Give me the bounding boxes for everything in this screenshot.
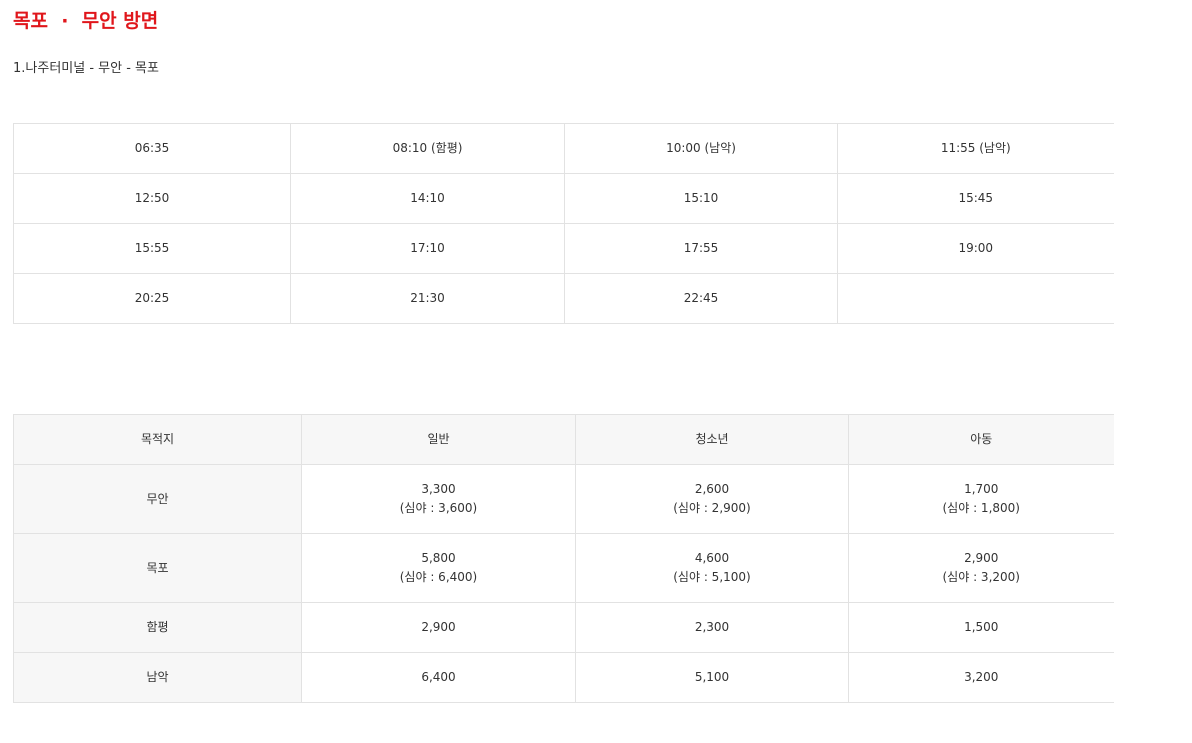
fare-header-general: 일반 (301, 414, 576, 465)
fare-header-destination: 목적지 (13, 414, 302, 465)
fare-child: 2,900 (심야 : 3,200) (848, 533, 1114, 603)
fare-child: 1,700 (심야 : 1,800) (848, 464, 1114, 534)
fare-value: 4,600 (694, 551, 730, 565)
schedule-cell: 20:25 (13, 273, 291, 324)
schedule-cell: 11:55 (남악) (837, 123, 1114, 174)
fare-row: 남악 6,400 5,100 3,200 (13, 652, 1114, 703)
fare-youth: 5,100 (575, 652, 849, 703)
schedule-row: 06:35 08:10 (함평) 10:00 (남악) 11:55 (남악) (13, 123, 1114, 174)
fare-value: 2,600 (694, 482, 730, 496)
fare-general: 6,400 (301, 652, 576, 703)
fare-night-value: (심야 : 5,100) (673, 570, 751, 584)
schedule-cell: 10:00 (남악) (564, 123, 838, 174)
schedule-cell: 22:45 (564, 273, 838, 324)
fare-table: 목적지 일반 청소년 아동 무안 3,300 (심야 : 3,600) 2,60… (13, 414, 1114, 703)
fare-night-value: (심야 : 1,800) (942, 501, 1020, 515)
schedule-cell: 21:30 (290, 273, 565, 324)
page: 목포 · 무안 방면 1.나주터미널 - 무안 - 목포 06:35 08:10… (0, 0, 1192, 743)
fare-night-value: (심야 : 6,400) (399, 570, 478, 584)
schedule-cell-empty (837, 273, 1114, 324)
fare-header-row: 목적지 일반 청소년 아동 (13, 414, 1114, 465)
schedule-cell: 17:55 (564, 223, 838, 274)
schedule-cell: 08:10 (함평) (290, 123, 565, 174)
schedule-cell: 15:45 (837, 173, 1114, 224)
schedule-cell: 12:50 (13, 173, 291, 224)
fare-value: 1,700 (964, 482, 999, 496)
fare-youth: 2,600 (심야 : 2,900) (575, 464, 849, 534)
fare-night-value: (심야 : 3,600) (399, 501, 478, 515)
fare-child: 3,200 (848, 652, 1114, 703)
schedule-cell: 17:10 (290, 223, 565, 274)
schedule-cell: 19:00 (837, 223, 1114, 274)
fare-row: 무안 3,300 (심야 : 3,600) 2,600 (심야 : 2,900)… (13, 464, 1114, 534)
departure-schedule-table: 06:35 08:10 (함평) 10:00 (남악) 11:55 (남악) 1… (13, 123, 1114, 324)
fare-child: 1,500 (848, 602, 1114, 653)
fare-value: 2,900 (964, 551, 999, 565)
fare-youth: 2,300 (575, 602, 849, 653)
fare-destination: 목포 (13, 533, 302, 603)
fare-header-child: 아동 (848, 414, 1114, 465)
fare-destination: 남악 (13, 652, 302, 703)
schedule-row: 15:55 17:10 17:55 19:00 (13, 223, 1114, 274)
route-subtitle: 1.나주터미널 - 무안 - 목포 (13, 61, 159, 76)
schedule-row: 20:25 21:30 22:45 (13, 273, 1114, 324)
fare-general: 5,800 (심야 : 6,400) (301, 533, 576, 603)
fare-destination: 함평 (13, 602, 302, 653)
fare-row: 목포 5,800 (심야 : 6,400) 4,600 (심야 : 5,100)… (13, 533, 1114, 603)
fare-general: 3,300 (심야 : 3,600) (301, 464, 576, 534)
fare-value: 3,300 (421, 482, 456, 496)
fare-destination: 무안 (13, 464, 302, 534)
fare-night-value: (심야 : 2,900) (673, 501, 751, 515)
schedule-cell: 14:10 (290, 173, 565, 224)
fare-night-value: (심야 : 3,200) (942, 570, 1020, 584)
schedule-cell: 15:10 (564, 173, 838, 224)
fare-youth: 4,600 (심야 : 5,100) (575, 533, 849, 603)
fare-value: 5,800 (421, 551, 456, 565)
schedule-cell: 06:35 (13, 123, 291, 174)
fare-general: 2,900 (301, 602, 576, 653)
fare-row: 함평 2,900 2,300 1,500 (13, 602, 1114, 653)
schedule-row: 12:50 14:10 15:10 15:45 (13, 173, 1114, 224)
schedule-cell: 15:55 (13, 223, 291, 274)
page-title: 목포 · 무안 방면 (13, 10, 159, 32)
fare-header-youth: 청소년 (575, 414, 849, 465)
